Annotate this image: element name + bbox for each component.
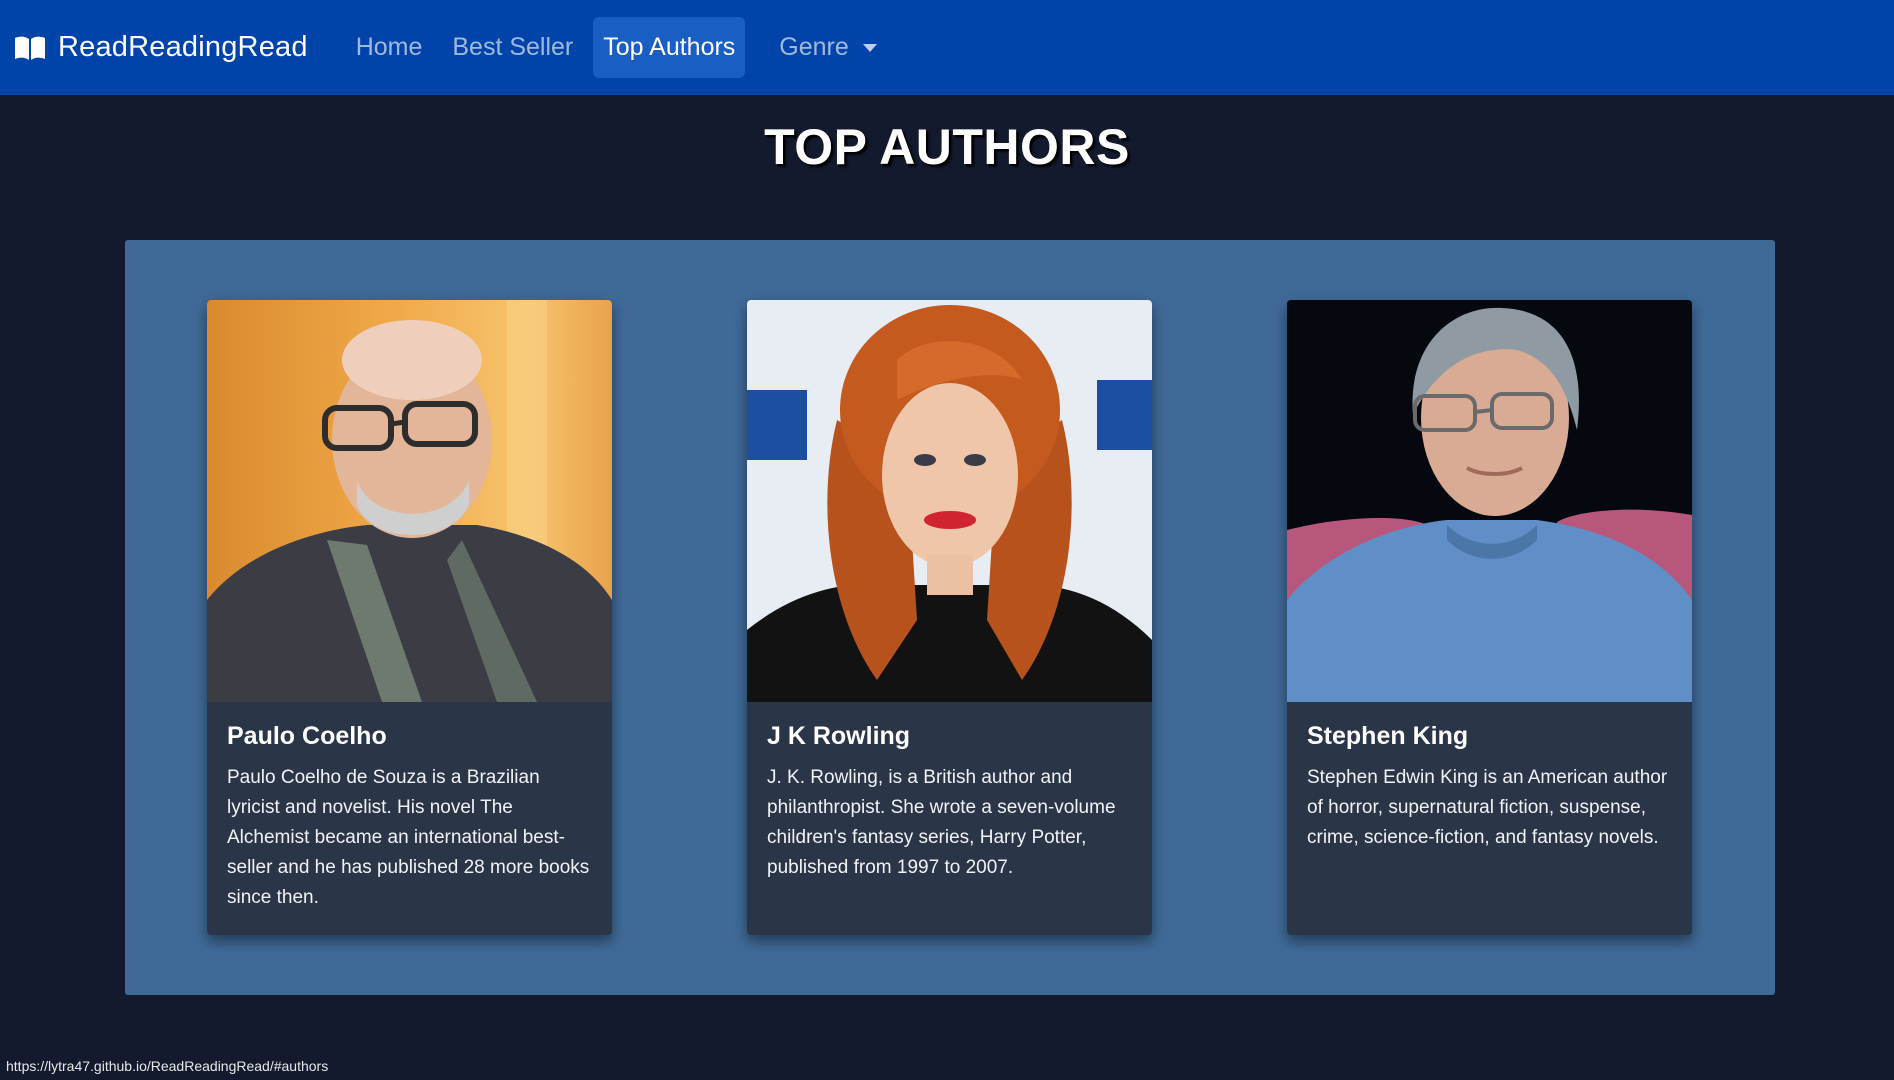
nav-home[interactable]: Home — [346, 17, 433, 78]
author-photo — [207, 300, 612, 702]
open-book-icon — [15, 36, 45, 60]
author-card: J K Rowling J. K. Rowling, is a British … — [747, 300, 1152, 935]
author-name: Stephen King — [1307, 722, 1469, 750]
author-bio: Paulo Coelho de Souza is a Brazilian lyr… — [227, 767, 590, 908]
author-photo — [747, 300, 1152, 702]
status-bar-url: https://lytra47.github.io/ReadReadingRea… — [0, 1055, 335, 1080]
author-bio: Stephen Edwin King is an American author… — [1307, 767, 1668, 848]
author-card-body: Paulo Coelho Paulo Coelho de Souza is a … — [207, 702, 612, 913]
author-card: Paulo Coelho Paulo Coelho de Souza is a … — [207, 300, 612, 935]
author-card-body: J K Rowling J. K. Rowling, is a British … — [747, 702, 1152, 883]
nav-top-authors[interactable]: Top Authors — [593, 17, 746, 78]
authors-panel: Paulo Coelho Paulo Coelho de Souza is a … — [125, 240, 1775, 995]
author-card-body: Stephen King Stephen Edwin King is an Am… — [1287, 702, 1692, 853]
nav-genre-label: Genre — [779, 33, 849, 61]
author-photo — [1287, 300, 1692, 702]
nav-best-seller[interactable]: Best Seller — [442, 17, 583, 78]
nav-genre-dropdown[interactable]: Genre — [769, 17, 886, 78]
author-bio: J. K. Rowling, is a British author and p… — [767, 767, 1116, 878]
brand-name: ReadReadingRead — [58, 31, 308, 63]
top-navbar: ReadReadingRead Home Best Seller Top Aut… — [0, 0, 1894, 95]
author-name: J K Rowling — [767, 722, 911, 750]
author-card: Stephen King Stephen Edwin King is an Am… — [1287, 300, 1692, 935]
chevron-down-icon — [862, 43, 877, 52]
brand-link[interactable]: ReadReadingRead — [14, 31, 308, 64]
page-title: TOP AUTHORS — [764, 119, 1130, 175]
author-name: Paulo Coelho — [227, 722, 387, 750]
